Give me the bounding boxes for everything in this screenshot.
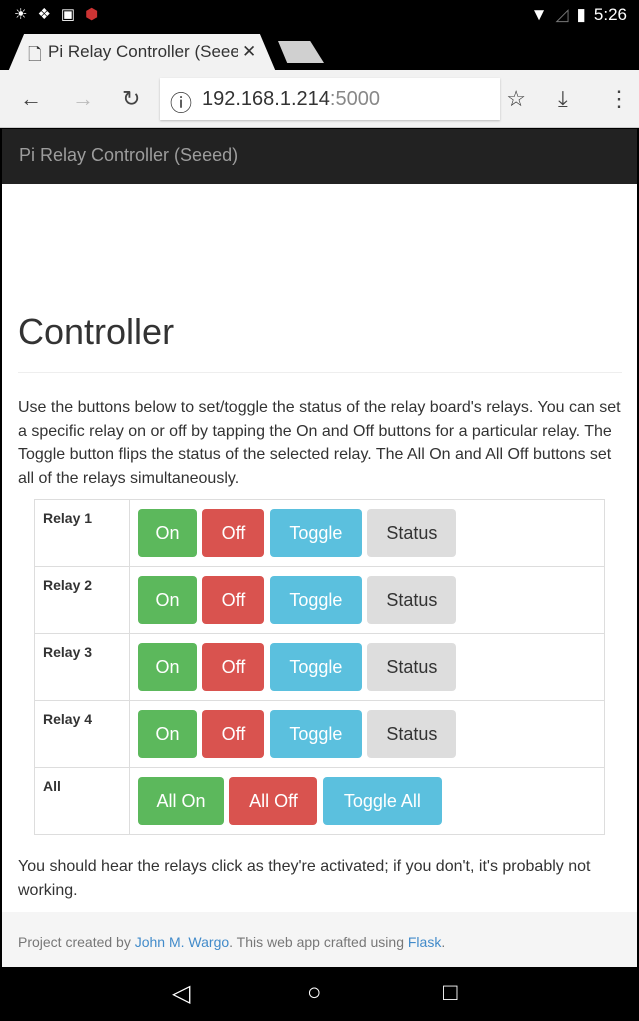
table-row: Relay 4 On Off Toggle Status bbox=[34, 700, 605, 768]
on-button[interactable]: On bbox=[138, 710, 197, 758]
toggle-button[interactable]: Toggle bbox=[269, 643, 362, 691]
relay-label: Relay 2 bbox=[34, 566, 130, 634]
off-button[interactable]: Off bbox=[202, 710, 265, 758]
menu-icon[interactable]: ⋮ bbox=[608, 86, 630, 112]
author-link[interactable]: John M. Wargo bbox=[135, 934, 229, 950]
home-nav-icon[interactable]: ○ bbox=[307, 979, 322, 1007]
browser-toolbar: ← → ↻ ⓘ 192.168.1.214:5000 ☆ ⤓ ⋮ bbox=[0, 70, 639, 128]
off-button[interactable]: Off bbox=[202, 509, 265, 557]
relay-label: Relay 3 bbox=[34, 633, 130, 701]
battery-icon: ▮ bbox=[576, 5, 586, 24]
footer: Project created by John M. Wargo. This w… bbox=[2, 912, 637, 967]
on-button[interactable]: On bbox=[138, 509, 197, 557]
flask-link[interactable]: Flask bbox=[408, 934, 441, 950]
table-row-all: All All On All Off Toggle All bbox=[34, 767, 605, 835]
reload-icon[interactable]: ↻ bbox=[122, 86, 140, 112]
off-button[interactable]: Off bbox=[202, 643, 265, 691]
address-bar[interactable]: ⓘ 192.168.1.214:5000 ☆ bbox=[160, 78, 526, 120]
footer-text: . This web app crafted using bbox=[229, 934, 408, 950]
status-button[interactable]: Status bbox=[367, 710, 457, 758]
toggle-all-button[interactable]: Toggle All bbox=[322, 777, 442, 825]
dropbox-icon: ❖ bbox=[37, 6, 51, 23]
toggle-button[interactable]: Toggle bbox=[269, 710, 362, 758]
status-button[interactable]: Status bbox=[367, 643, 457, 691]
new-tab-button[interactable] bbox=[278, 41, 324, 63]
bookmark-star-icon[interactable]: ☆ bbox=[506, 86, 526, 112]
system-nav-bar: ◁ ○ □ bbox=[0, 967, 639, 1021]
table-row: Relay 3 On Off Toggle Status bbox=[34, 633, 605, 701]
info-icon[interactable]: ⓘ bbox=[170, 86, 192, 118]
page-title: Controller bbox=[18, 311, 175, 352]
navbar-brand[interactable]: Pi Relay Controller (Seeed) bbox=[19, 145, 238, 165]
wifi-icon: ▼ bbox=[530, 5, 548, 24]
clock: 5:26 bbox=[593, 5, 627, 24]
footer-text: Project created by bbox=[18, 934, 135, 950]
all-on-button[interactable]: All On bbox=[138, 777, 224, 825]
page-content: Controller Use the buttons below to set/… bbox=[2, 184, 637, 912]
close-tab-icon[interactable]: ✕ bbox=[242, 42, 256, 62]
image-icon: ▣ bbox=[60, 6, 76, 23]
relay-table: Relay 1 On Off Toggle Status Relay 2 On O… bbox=[34, 499, 605, 835]
on-button[interactable]: On bbox=[138, 576, 197, 624]
footer-text: . bbox=[441, 934, 446, 950]
toggle-button[interactable]: Toggle bbox=[269, 576, 362, 624]
toggle-button[interactable]: Toggle bbox=[269, 509, 362, 557]
relay-label: Relay 4 bbox=[34, 700, 130, 768]
tab-title: Pi Relay Controller (Seeed) bbox=[48, 42, 238, 61]
status-button[interactable]: Status bbox=[367, 576, 457, 624]
back-icon[interactable]: ← bbox=[20, 86, 42, 112]
app-icon: ⬢ bbox=[85, 6, 99, 23]
all-off-button[interactable]: All Off bbox=[229, 777, 318, 825]
page-icon: 🗋 bbox=[28, 45, 42, 64]
url-host: 192.168.1.214 bbox=[202, 88, 330, 110]
notification-icon: ☀ bbox=[14, 6, 28, 23]
on-button[interactable]: On bbox=[138, 643, 197, 691]
off-button[interactable]: Off bbox=[202, 576, 265, 624]
table-row: Relay 2 On Off Toggle Status bbox=[34, 566, 605, 634]
relay-label: Relay 1 bbox=[34, 499, 130, 567]
description: Use the buttons below to set/toggle the … bbox=[18, 399, 621, 487]
url-port: :5000 bbox=[329, 88, 380, 110]
note: You should hear the relays click as they… bbox=[18, 858, 591, 899]
status-button[interactable]: Status bbox=[367, 509, 457, 557]
back-nav-icon[interactable]: ◁ bbox=[172, 979, 190, 1008]
divider bbox=[18, 372, 622, 373]
recents-nav-icon[interactable]: □ bbox=[443, 979, 458, 1007]
browser-tab[interactable]: 🗋 Pi Relay Controller (Seeed) ✕ bbox=[8, 34, 276, 72]
forward-icon[interactable]: → bbox=[72, 86, 94, 112]
download-icon[interactable]: ⤓ bbox=[558, 86, 568, 112]
relay-label: All bbox=[34, 767, 130, 835]
navbar: Pi Relay Controller (Seeed) bbox=[2, 129, 637, 184]
signal-icon: ◿ bbox=[555, 5, 569, 24]
table-row: Relay 1 On Off Toggle Status bbox=[34, 499, 605, 567]
status-bar: ☀ ❖ ▣ ⬢ ▼ ◿ ▮ 5:26 bbox=[0, 0, 639, 30]
